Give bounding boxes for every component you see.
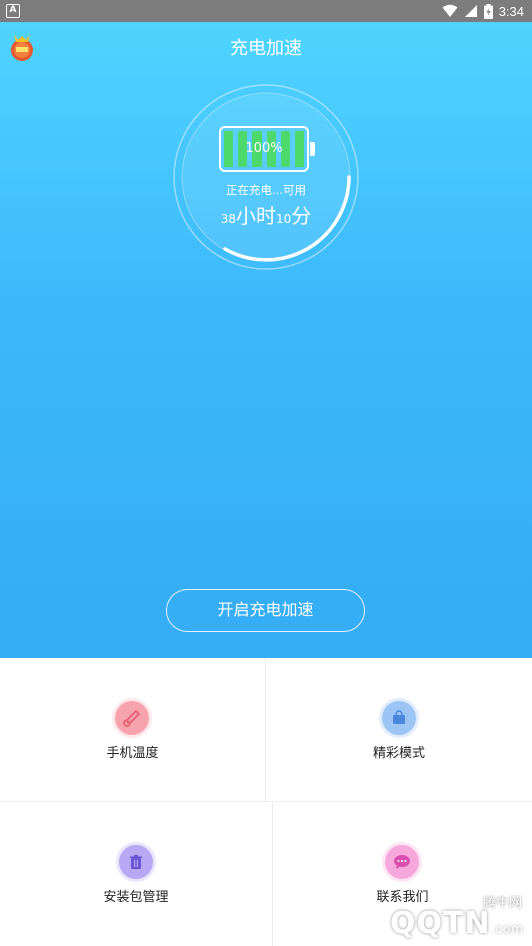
time-remaining: 38 小时 10 分	[173, 200, 359, 229]
feature-label: 精彩模式	[372, 746, 425, 761]
hours-value: 38	[220, 212, 236, 226]
watermark-brand: QQTN.com	[390, 906, 524, 941]
shopping-bag-icon	[382, 701, 416, 735]
watermark: 腾牛网 QQTN.com	[318, 892, 528, 944]
feature-label: 安装包管理	[103, 890, 169, 905]
battery-percent: 100%	[245, 141, 283, 156]
page-title: 充电加速	[230, 38, 302, 59]
feature-tile-package-manager[interactable]: 安装包管理	[0, 802, 272, 946]
watermark-suffix: .com	[490, 922, 524, 936]
charging-status-text: 正在充电...可用	[226, 183, 306, 197]
thermometer-icon	[115, 701, 149, 735]
start-boost-button[interactable]: 开启充电加速	[166, 589, 365, 632]
hours-unit: 小时	[236, 204, 276, 228]
charging-panel: 充电加速 100% 正在充电...可用 38 小时 10 分 开启充电加速	[0, 22, 532, 658]
charge-ring: 100% 正在充电...可用 38 小时 10 分	[173, 84, 359, 270]
feature-label: 手机温度	[106, 746, 159, 761]
charge-ring-graphic	[173, 84, 359, 270]
chat-bubble-icon	[385, 845, 419, 879]
battery-tip	[310, 142, 315, 156]
clock: 3:34	[498, 3, 524, 19]
wifi-icon	[442, 4, 458, 17]
trash-icon	[119, 845, 153, 879]
feature-tile-phone-temperature[interactable]: 手机温度	[0, 658, 265, 801]
status-icons: 3:34	[442, 2, 524, 20]
feature-tile-exciting-mode[interactable]: 精彩模式	[266, 658, 532, 801]
minutes-unit: 分	[291, 204, 312, 228]
battery-status-icon	[483, 3, 493, 19]
minutes-value: 10	[276, 212, 292, 226]
notification-icon: A	[6, 4, 20, 18]
status-bar: A 3:34	[0, 0, 532, 22]
signal-icon	[464, 5, 477, 17]
watermark-brand-text: QQTN	[389, 906, 491, 941]
